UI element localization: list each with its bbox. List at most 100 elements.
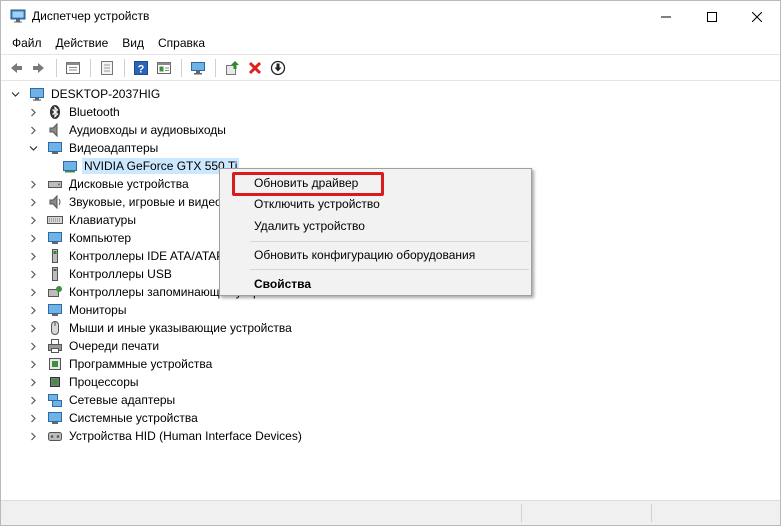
properties-list-icon — [66, 61, 80, 74]
tree-category-item[interactable]: Системные устройства — [27, 409, 200, 427]
tree-category-item[interactable]: Контроллеры IDE ATA/ATAPI — [27, 247, 230, 265]
close-button[interactable] — [734, 1, 780, 32]
tree-category-item[interactable]: Программные устройства — [27, 355, 214, 373]
storage-controller-icon — [47, 284, 63, 300]
tree-item-label: Очереди печати — [69, 339, 160, 353]
tree-item-label: Процессоры — [69, 375, 139, 389]
status-bar — [1, 500, 780, 525]
expand-chevron-icon[interactable] — [27, 337, 39, 355]
minimize-icon — [661, 16, 671, 17]
ctx-uninstall-device[interactable]: Удалить устройство — [254, 215, 365, 237]
tree-category-item[interactable]: Мониторы — [27, 301, 128, 319]
forward-button[interactable] — [28, 57, 50, 79]
monitor-icon — [47, 302, 63, 318]
help-button[interactable]: ? — [130, 57, 152, 79]
ctx-properties[interactable]: Свойства — [254, 273, 311, 295]
tree-category-item[interactable]: Очереди печати — [27, 337, 161, 355]
menu-action[interactable]: Действие — [49, 34, 116, 52]
tree-category-item[interactable]: Мыши и иные указывающие устройства — [27, 319, 294, 337]
expand-chevron-icon[interactable] — [27, 175, 39, 193]
toolbar: ? — [1, 54, 780, 81]
expand-chevron-icon[interactable] — [27, 283, 39, 301]
ctx-disable-device[interactable]: Отключить устройство — [254, 193, 380, 215]
collapse-chevron-icon[interactable] — [27, 139, 39, 157]
maximize-button[interactable] — [689, 1, 735, 32]
show-hidden-button[interactable] — [96, 57, 118, 79]
ctx-update-driver[interactable]: Обновить драйвер — [254, 172, 358, 194]
network-adapter-icon — [47, 392, 63, 408]
uninstall-x-icon — [248, 61, 262, 74]
enable-device-button[interactable] — [267, 57, 289, 79]
status-cell-divider — [651, 504, 652, 522]
back-button[interactable] — [5, 57, 27, 79]
menu-help[interactable]: Справка — [151, 34, 212, 52]
tree-category-item[interactable]: Видеоадаптеры — [27, 139, 160, 157]
expand-chevron-icon[interactable] — [27, 265, 39, 283]
download-icon — [270, 60, 286, 75]
context-menu: Обновить драйвер Отключить устройство Уд… — [219, 168, 532, 296]
bluetooth-icon — [47, 104, 63, 120]
tree-category-item[interactable]: Компьютер — [27, 229, 133, 247]
tree-item-label: Программные устройства — [69, 357, 213, 371]
tree-item-label: NVIDIA GeForce GTX 550 Ti — [82, 158, 240, 174]
speaker-icon — [47, 122, 63, 138]
processor-icon — [47, 374, 63, 390]
expand-chevron-icon[interactable] — [27, 211, 39, 229]
uninstall-device-button[interactable] — [244, 57, 266, 79]
tree-item-label: Мыши и иные указывающие устройства — [69, 321, 292, 335]
tree-category-item[interactable]: Устройства HID (Human Interface Devices) — [27, 427, 304, 445]
expand-chevron-icon[interactable] — [27, 373, 39, 391]
tree-category-item[interactable]: Сетевые адаптеры — [27, 391, 177, 409]
tree-category-item[interactable]: Клавиатуры — [27, 211, 138, 229]
gpu-icon — [62, 158, 78, 174]
tree-item-label: Дисковые устройства — [69, 177, 189, 191]
expand-chevron-icon[interactable] — [27, 229, 39, 247]
expand-chevron-icon[interactable] — [27, 247, 39, 265]
mouse-icon — [47, 320, 63, 336]
minimize-button[interactable] — [643, 1, 689, 32]
update-driver-button[interactable] — [221, 57, 243, 79]
expand-chevron-icon[interactable] — [27, 121, 39, 139]
expand-chevron-icon[interactable] — [27, 319, 39, 337]
tree-item-label: Сетевые адаптеры — [69, 393, 176, 407]
svg-text:?: ? — [138, 63, 145, 75]
tree-item-label: Мониторы — [69, 303, 127, 317]
tree-item-label: Видеоадаптеры — [69, 141, 159, 155]
view-pane-icon — [157, 61, 171, 74]
expand-chevron-icon[interactable] — [27, 391, 39, 409]
menu-file[interactable]: Файл — [5, 34, 49, 52]
expand-chevron-icon[interactable] — [27, 355, 39, 373]
view-pane-button[interactable] — [153, 57, 175, 79]
expand-chevron-icon[interactable] — [27, 193, 39, 211]
disk-icon — [47, 176, 63, 192]
tree-category-item[interactable]: Контроллеры USB — [27, 265, 174, 283]
menu-view[interactable]: Вид — [115, 34, 151, 52]
expand-chevron-icon[interactable] — [27, 409, 39, 427]
forward-arrow-icon — [33, 62, 44, 73]
hid-icon — [47, 428, 63, 444]
sound-icon — [47, 194, 63, 210]
tree-category-item[interactable]: Bluetooth — [27, 103, 122, 121]
tree-category-item[interactable]: Аудиовходы и аудиовыходы — [27, 121, 228, 139]
tree-item-label: Устройства HID (Human Interface Devices) — [69, 429, 302, 443]
tree-item-label: Аудиовходы и аудиовыходы — [69, 123, 226, 137]
expand-chevron-icon[interactable] — [27, 301, 39, 319]
tree-device-item[interactable]: NVIDIA GeForce GTX 550 Ti — [45, 157, 240, 175]
device-manager-app-icon — [10, 9, 26, 23]
title-bar: Диспетчер устройств — [1, 1, 780, 32]
expand-chevron-icon[interactable] — [27, 103, 39, 121]
monitor-scan-icon — [191, 61, 205, 74]
tree-item-label: Bluetooth — [69, 105, 120, 119]
tree-category-item[interactable]: Процессоры — [27, 373, 141, 391]
toolbar-separator — [56, 58, 57, 77]
tree-root[interactable]: DESKTOP-2037HIG — [9, 85, 162, 103]
ctx-scan-hardware[interactable]: Обновить конфигурацию оборудования — [254, 244, 475, 266]
toolbar-separator — [124, 58, 125, 77]
tree-category-item[interactable]: Дисковые устройства — [27, 175, 191, 193]
tree-item-label: Системные устройства — [69, 411, 198, 425]
properties-list-button[interactable] — [62, 57, 84, 79]
expand-chevron-icon[interactable] — [27, 427, 39, 445]
scan-hardware-button[interactable] — [187, 57, 209, 79]
collapse-chevron-icon[interactable] — [9, 85, 21, 103]
keyboard-icon — [47, 212, 63, 228]
